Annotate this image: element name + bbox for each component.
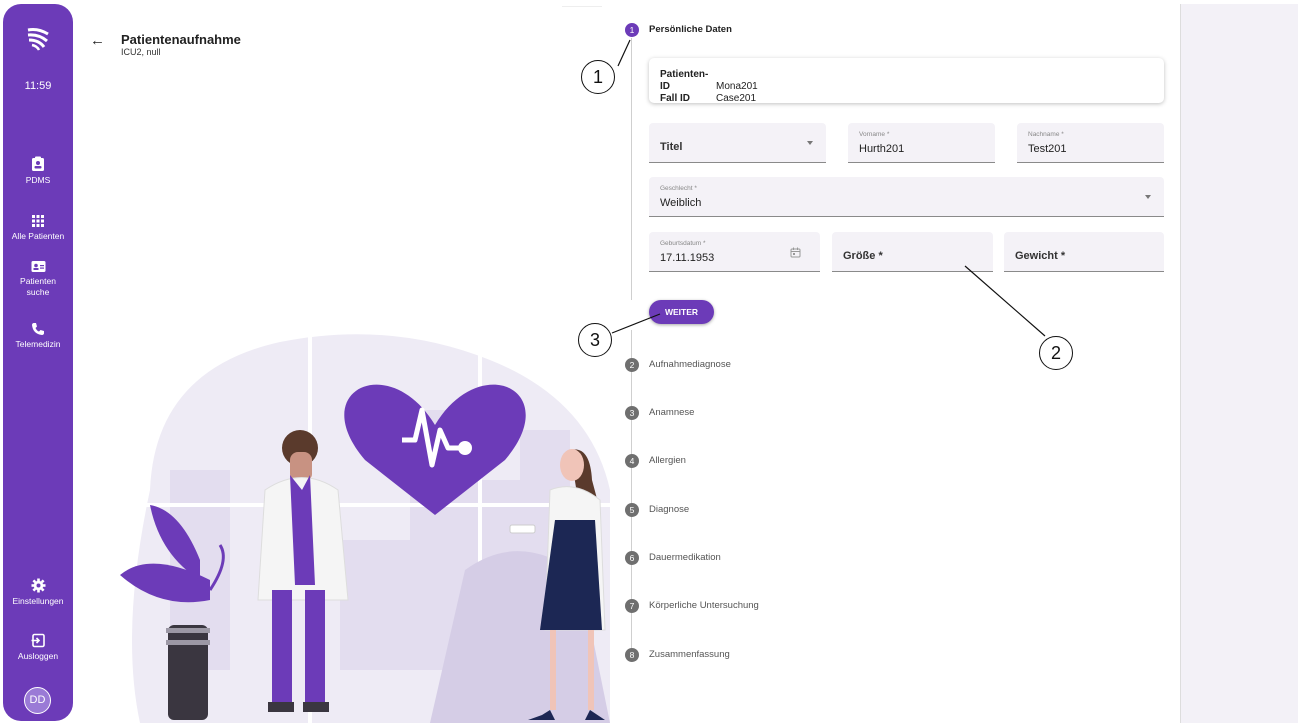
callout-marker-3: 3 [578,323,612,357]
right-side-panel [1180,4,1298,723]
callout-marker-1: 1 [581,60,615,94]
callout-marker-2: 2 [1039,336,1073,370]
callout-leader-lines [611,39,1046,337]
